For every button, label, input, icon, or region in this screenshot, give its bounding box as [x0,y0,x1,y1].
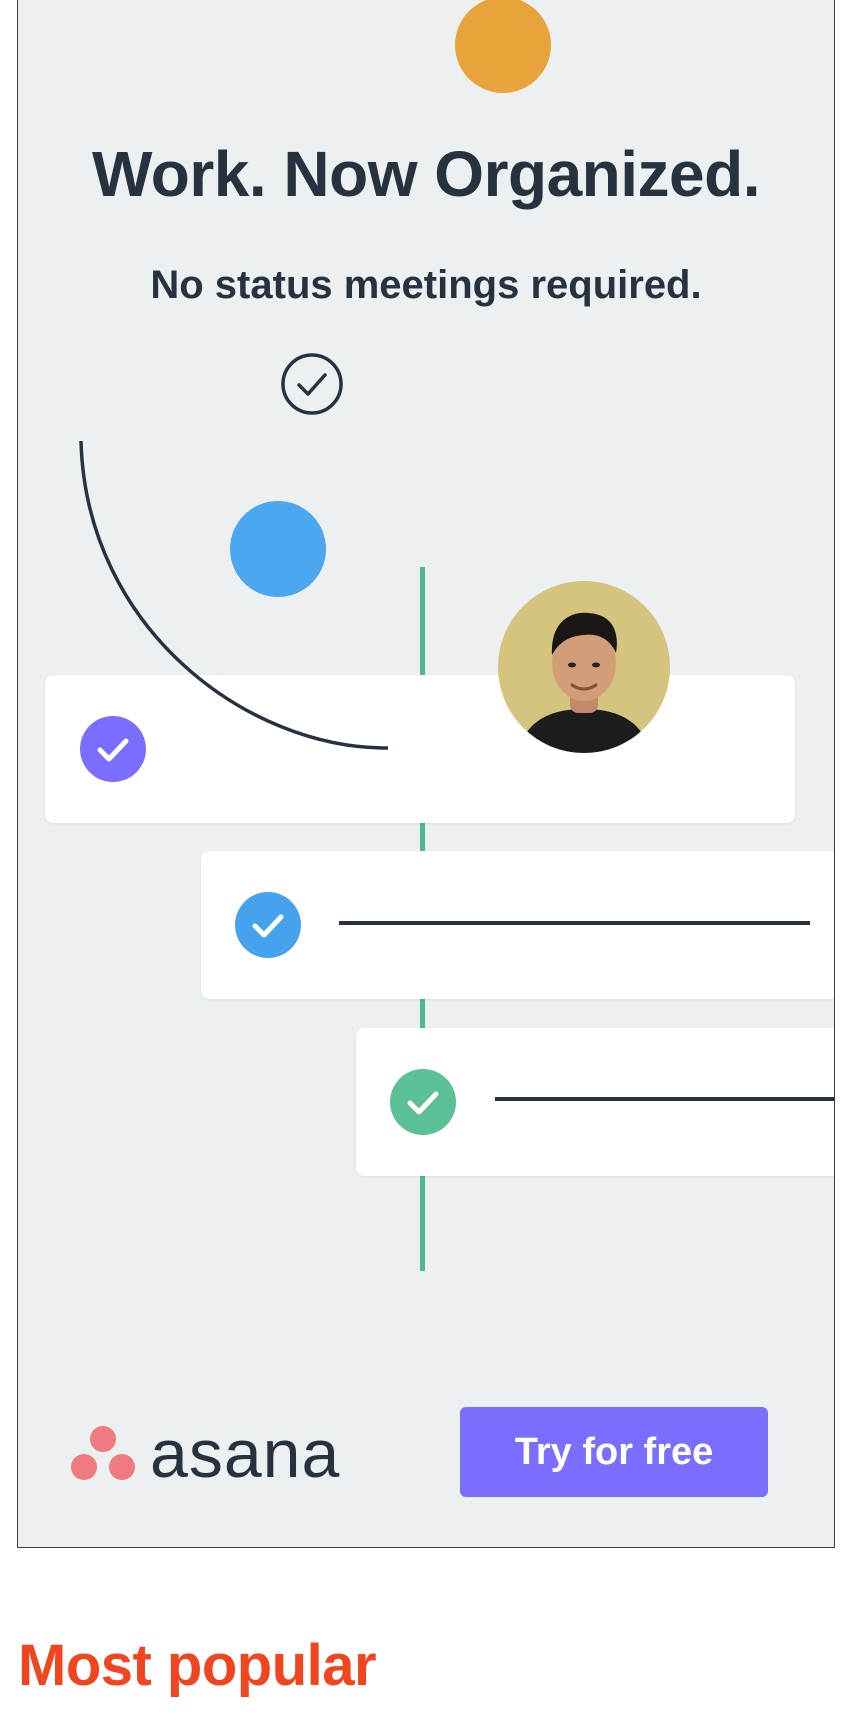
check-circle-blue-icon [235,892,301,958]
asana-logo-icon [71,1426,135,1480]
section-title: Most popular [18,1633,377,1698]
check-circle-purple-icon [80,716,146,782]
avatar [498,581,670,753]
person-avatar-icon [498,581,670,753]
brand-name: asana [150,1416,341,1492]
try-for-free-button[interactable]: Try for free [460,1407,768,1497]
asana-brand[interactable]: asana [70,1416,340,1492]
task-line-2 [339,921,810,925]
asana-advertisement[interactable]: Work. Now Organized. No status meetings … [17,0,835,1548]
check-circle-green-icon [390,1069,456,1135]
task-line-3 [495,1097,834,1101]
